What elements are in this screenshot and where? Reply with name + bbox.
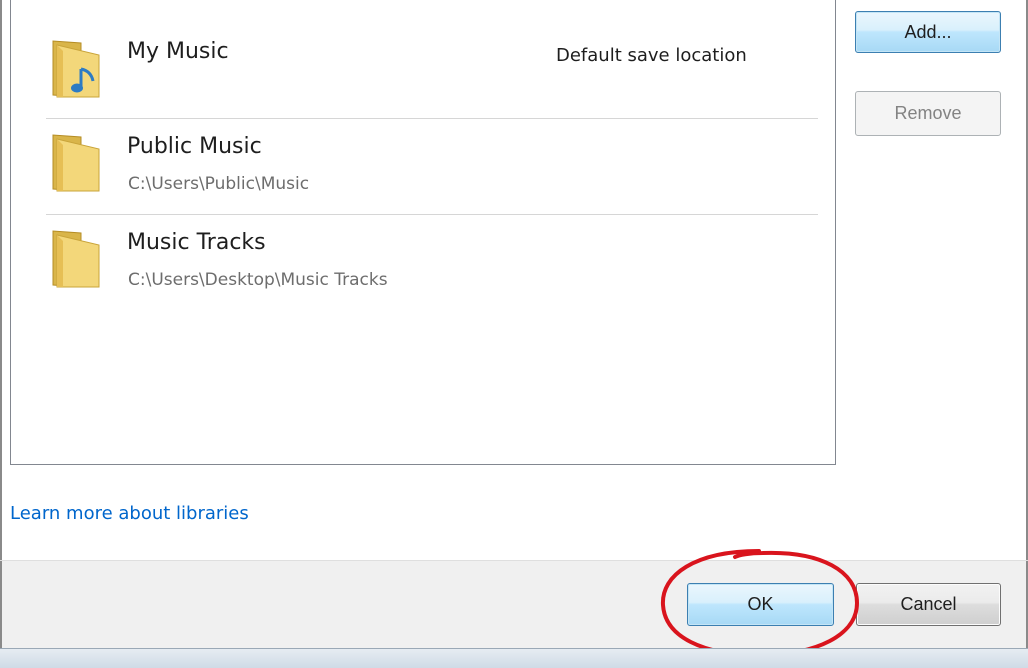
learn-more-link[interactable]: Learn more about libraries bbox=[10, 503, 249, 524]
library-path: C:\Users\Public\Music bbox=[128, 174, 310, 194]
folder-icon bbox=[52, 134, 100, 192]
window-bottom-edge bbox=[0, 648, 1028, 668]
list-item[interactable]: Public Music C:\Users\Public\Music bbox=[11, 119, 835, 214]
add-button[interactable]: Add... bbox=[855, 11, 1001, 53]
default-save-location-label: Default save location bbox=[556, 45, 747, 66]
library-name: Music Tracks bbox=[127, 230, 266, 255]
remove-button[interactable]: Remove bbox=[855, 91, 1001, 136]
folder-icon bbox=[52, 230, 100, 288]
footer-divider bbox=[0, 560, 1028, 561]
music-folder-icon bbox=[52, 40, 100, 98]
list-item[interactable]: Music Tracks C:\Users\Desktop\Music Trac… bbox=[11, 215, 835, 310]
window-frame-left bbox=[0, 0, 2, 660]
library-locations-list[interactable]: My Music Default save location Public Mu… bbox=[10, 0, 836, 465]
library-name: My Music bbox=[127, 39, 229, 64]
ok-button[interactable]: OK bbox=[687, 583, 834, 626]
cancel-button[interactable]: Cancel bbox=[856, 583, 1001, 626]
library-name: Public Music bbox=[127, 134, 262, 159]
library-path: C:\Users\Desktop\Music Tracks bbox=[128, 270, 388, 290]
list-item[interactable]: My Music Default save location bbox=[11, 0, 835, 118]
